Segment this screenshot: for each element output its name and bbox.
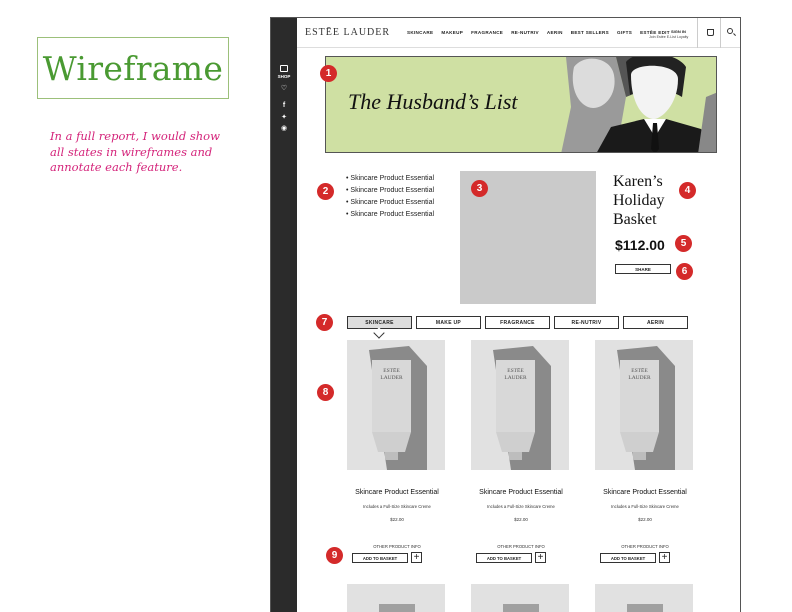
tab-re-nutriv[interactable]: RE-NUTRIV: [554, 316, 619, 329]
annotation-marker-1: 1: [320, 65, 337, 82]
list-item: Skincare Product Essential: [346, 209, 434, 221]
share-button[interactable]: SHARE: [615, 264, 671, 274]
loyalty-link[interactable]: Join Estée E-List Loyalty: [649, 35, 688, 39]
product-card-name: Skincare Product Essential: [603, 489, 687, 496]
divider: [720, 18, 721, 48]
annotation-marker-2: 2: [317, 183, 334, 200]
main-nav: SKINCARE MAKEUP FRAGRANCE RE-NUTRIV AERI…: [407, 30, 670, 35]
nav-makeup[interactable]: MAKEUP: [441, 30, 463, 35]
svg-text:LAUDER: LAUDER: [628, 375, 651, 381]
annotation-marker-3: 3: [471, 180, 488, 197]
list-item: Skincare Product Essential: [346, 185, 434, 197]
product-card-price: $22.00: [514, 517, 528, 522]
product-price: $112.00: [615, 237, 665, 253]
nav-best-sellers[interactable]: BEST SELLERS: [571, 30, 609, 35]
shopping-bag-icon[interactable]: [707, 29, 714, 36]
annotation-note: In a full report, I would show all state…: [50, 129, 220, 174]
add-to-basket-button[interactable]: ADD TO BASKET: [600, 553, 656, 563]
side-rail: SHOP ♡ f ✦ ◉: [271, 18, 297, 612]
brand-logo[interactable]: ESTĒE LAUDER: [305, 27, 390, 38]
wireframe-title: Wireframe: [42, 48, 224, 88]
tab-make-up[interactable]: MAKE UP: [416, 316, 481, 329]
sign-in-link[interactable]: SIGN IN: [671, 29, 686, 34]
product-card-image[interactable]: ESTĒE LAUDER: [595, 340, 693, 470]
divider: [697, 18, 698, 48]
tab-fragrance[interactable]: FRAGRANCE: [485, 316, 550, 329]
annotation-marker-4: 4: [679, 182, 696, 199]
list-item: Skincare Product Essential: [346, 173, 434, 185]
annotation-marker-7: 7: [316, 314, 333, 331]
product-bullet-list: Skincare Product Essential Skincare Prod…: [346, 173, 434, 221]
svg-text:ESTĒE: ESTĒE: [383, 367, 400, 374]
svg-text:ESTĒE: ESTĒE: [507, 367, 524, 374]
hero-banner[interactable]: The Husband’s List: [325, 56, 717, 153]
wireframe-page: SHOP ♡ f ✦ ◉ ESTĒE LAUDER SKINCARE MAKEU…: [270, 17, 741, 612]
shop-label[interactable]: SHOP: [273, 74, 295, 79]
heart-icon[interactable]: ♡: [271, 85, 297, 93]
quantity-plus-button[interactable]: +: [411, 552, 422, 563]
wireframe-title-box: Wireframe: [37, 37, 229, 99]
add-to-basket-button[interactable]: ADD TO BASKET: [476, 553, 532, 563]
tab-aerin[interactable]: AERIN: [623, 316, 688, 329]
cream-tube-illustration: ESTĒE LAUDER: [493, 346, 551, 470]
product-card-image[interactable]: [471, 584, 569, 612]
svg-text:LAUDER: LAUDER: [504, 375, 527, 381]
pinterest-icon[interactable]: ◉: [271, 125, 297, 133]
nav-aerin[interactable]: AERIN: [547, 30, 563, 35]
tab-skincare[interactable]: SKINCARE: [347, 316, 412, 329]
svg-text:ESTĒE: ESTĒE: [631, 367, 648, 374]
category-tabs: SKINCARE MAKE UP FRAGRANCE RE-NUTRIV AER…: [347, 316, 688, 329]
annotation-marker-5: 5: [675, 235, 692, 252]
product-card-name: Skincare Product Essential: [355, 489, 439, 496]
nav-gifts[interactable]: GIFTS: [617, 30, 632, 35]
product-card-image[interactable]: ESTĒE LAUDER: [471, 340, 569, 470]
nav-fragrance[interactable]: FRAGRANCE: [471, 30, 503, 35]
quantity-plus-button[interactable]: +: [535, 552, 546, 563]
other-product-info-link[interactable]: OTHER PRODUCT INFO: [585, 544, 705, 549]
top-navigation: ESTĒE LAUDER SKINCARE MAKEUP FRAGRANCE R…: [297, 18, 740, 48]
annotation-marker-9: 9: [326, 547, 343, 564]
product-card-description: Includes a Full-Size Skincare Creme: [363, 504, 431, 509]
product-card-price: $22.00: [390, 517, 404, 522]
quantity-plus-button[interactable]: +: [659, 552, 670, 563]
product-card-name: Skincare Product Essential: [479, 489, 563, 496]
list-item: Skincare Product Essential: [346, 197, 434, 209]
twitter-icon[interactable]: ✦: [271, 114, 297, 122]
facebook-icon[interactable]: f: [271, 102, 297, 110]
product-card-description: Includes a Full-Size Skincare Creme: [487, 504, 555, 509]
banner-title: The Husband’s List: [348, 89, 518, 114]
nav-skincare[interactable]: SKINCARE: [407, 30, 433, 35]
svg-text:LAUDER: LAUDER: [380, 375, 403, 381]
product-name: Karen’s Holiday Basket: [613, 173, 665, 228]
other-product-info-link[interactable]: OTHER PRODUCT INFO: [337, 544, 457, 549]
cream-tube-illustration: ESTĒE LAUDER: [617, 346, 675, 470]
nav-re-nutriv[interactable]: RE-NUTRIV: [511, 30, 539, 35]
product-card-image[interactable]: [347, 584, 445, 612]
annotation-marker-8: 8: [317, 384, 334, 401]
cream-tube-illustration: ESTĒE LAUDER: [369, 346, 427, 470]
product-card-price: $22.00: [638, 517, 652, 522]
product-card-image[interactable]: ESTĒE LAUDER: [347, 340, 445, 470]
shop-icon[interactable]: [280, 65, 288, 72]
add-to-basket-button[interactable]: ADD TO BASKET: [352, 553, 408, 563]
search-icon[interactable]: [727, 28, 733, 34]
annotation-marker-6: 6: [676, 263, 693, 280]
product-card-image[interactable]: [595, 584, 693, 612]
product-card-description: Includes a Full-Size Skincare Creme: [611, 504, 679, 509]
other-product-info-link[interactable]: OTHER PRODUCT INFO: [461, 544, 581, 549]
